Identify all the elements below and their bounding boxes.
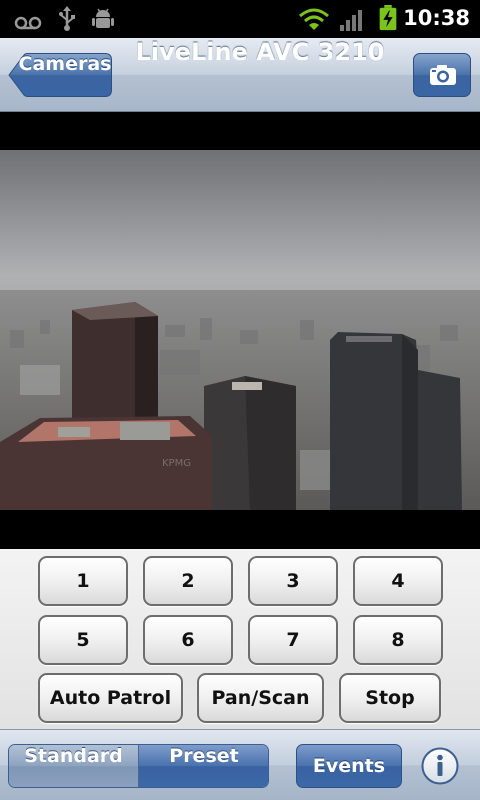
navigation-bar: Cameras LiveLine AVC 3210 — [0, 38, 480, 112]
preset-1-button[interactable]: 1 — [38, 556, 128, 606]
voicemail-icon — [14, 16, 42, 30]
preset-4-button[interactable]: 4 — [353, 556, 443, 606]
android-debug-icon — [92, 8, 114, 28]
preset-3-button[interactable]: 3 — [248, 556, 338, 606]
wifi-icon — [299, 8, 329, 30]
pan-scan-button[interactable]: Pan/Scan — [197, 673, 324, 723]
back-button-label: Cameras — [18, 53, 112, 75]
tab-preset[interactable]: Preset — [139, 745, 268, 787]
status-bar: 10:38 — [0, 0, 480, 38]
usb-icon — [59, 6, 75, 31]
preset-5-button[interactable]: 5 — [38, 615, 128, 665]
page-title: LiveLine AVC 3210 — [135, 38, 385, 66]
video-area: KPMG — [0, 112, 480, 549]
building-sign: KPMG — [162, 458, 191, 469]
battery-charging-icon — [379, 5, 397, 31]
auto-patrol-button[interactable]: Auto Patrol — [38, 673, 183, 723]
preset-6-button[interactable]: 6 — [143, 615, 233, 665]
tab-standard[interactable]: Standard — [9, 745, 139, 787]
events-button[interactable]: Events — [296, 744, 402, 788]
preset-7-button[interactable]: 7 — [248, 615, 338, 665]
camera-feed-image[interactable]: KPMG — [0, 150, 480, 510]
clock: 10:38 — [403, 6, 470, 30]
info-icon[interactable] — [421, 747, 459, 785]
bottom-toolbar: Standard Preset Events — [0, 729, 480, 800]
ptz-control-panel: 1 2 3 4 5 6 7 8 Auto Patrol Pan/Scan Sto… — [0, 549, 480, 729]
back-button[interactable]: Cameras — [8, 53, 112, 97]
snapshot-button[interactable] — [413, 53, 471, 97]
camera-icon — [430, 65, 456, 85]
signal-icon — [340, 10, 362, 31]
preset-2-button[interactable]: 2 — [143, 556, 233, 606]
stop-button[interactable]: Stop — [339, 673, 441, 723]
mode-segmented-control: Standard Preset — [8, 744, 269, 788]
preset-8-button[interactable]: 8 — [353, 615, 443, 665]
